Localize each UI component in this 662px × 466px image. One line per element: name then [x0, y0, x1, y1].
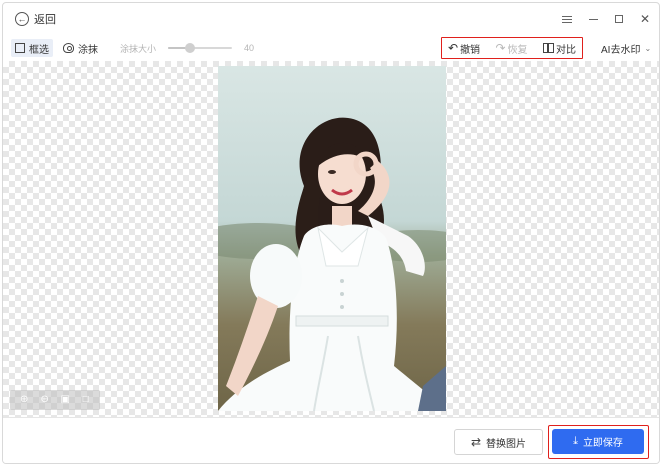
zoom-in-icon[interactable]: ⊕ [18, 394, 30, 406]
replace-icon: ⇄ [470, 435, 482, 449]
save-button[interactable]: ⤓ 立即保存 [552, 429, 644, 454]
close-icon[interactable]: ✕ [639, 12, 651, 26]
save-label: 立即保存 [582, 438, 623, 449]
zoom-out-icon[interactable]: ⊖ [39, 394, 51, 406]
brush-size-label: 涂抹大小 [120, 43, 157, 54]
box-select-tool[interactable]: 框选 [11, 39, 53, 57]
menu-icon[interactable] [561, 13, 573, 25]
chevron-down-icon: ⌄ [644, 43, 652, 53]
replace-label: 替换图片 [486, 438, 527, 450]
arrow-left-icon: ← [15, 12, 29, 26]
undo-button[interactable]: ↶ 撤销 [448, 41, 480, 56]
compare-button[interactable]: 对比 [543, 41, 576, 56]
maximize-icon[interactable] [613, 13, 625, 25]
footer-bar: ⇄ 替换图片 ⤓ 立即保存 [3, 417, 659, 463]
window-controls: ✕ [561, 3, 651, 35]
title-bar: ← 返回 ✕ [3, 3, 659, 35]
minimize-icon[interactable] [587, 13, 599, 25]
brush-label: 涂抹 [78, 44, 98, 56]
redo-icon: ↷ [495, 41, 506, 55]
redo-label: 恢复 [507, 44, 528, 56]
box-select-icon [15, 43, 25, 53]
edited-photo[interactable] [218, 66, 446, 411]
brush-icon [63, 43, 74, 53]
box-select-label: 框选 [29, 44, 49, 56]
back-label: 返回 [34, 14, 56, 26]
undo-icon: ↶ [448, 41, 459, 55]
photo-illustration [218, 66, 446, 411]
original-size-icon[interactable]: □ [80, 394, 92, 406]
undo-label: 撤销 [460, 44, 481, 56]
save-highlight: ⤓ 立即保存 [548, 425, 649, 459]
brush-size-slider[interactable] [168, 42, 233, 54]
brush-size-value: 40 [244, 43, 255, 53]
toolbar: 框选 涂抹 涂抹大小 40 ↶ 撤销 ↷ 恢复 对比 AI去水印 ⌄ [3, 35, 659, 61]
brush-tool[interactable]: 涂抹 [59, 39, 102, 57]
ai-remove-watermark-dropdown[interactable]: AI去水印 ⌄ [601, 35, 651, 61]
replace-image-button[interactable]: ⇄ 替换图片 [454, 429, 543, 455]
compare-label: 对比 [556, 44, 576, 56]
history-controls: ↶ 撤销 ↷ 恢复 对比 [441, 37, 583, 59]
editor-window: ← 返回 ✕ 框选 涂抹 涂抹大小 40 ↶ 撤销 ↷ 恢复 对比 AI去水印 … [2, 2, 660, 464]
redo-button[interactable]: ↷ 恢复 [496, 41, 528, 56]
zoom-toolbar: ⊕ ⊖ ▣ □ [10, 390, 100, 410]
download-icon: ⤓ [573, 435, 578, 447]
back-button[interactable]: ← 返回 [15, 11, 56, 27]
editing-canvas[interactable]: ⊕ ⊖ ▣ □ [3, 61, 659, 417]
compare-icon [543, 43, 554, 53]
slider-thumb[interactable] [185, 43, 196, 53]
fit-screen-icon[interactable]: ▣ [59, 394, 71, 406]
ai-remove-label: AI去水印 [601, 44, 641, 56]
